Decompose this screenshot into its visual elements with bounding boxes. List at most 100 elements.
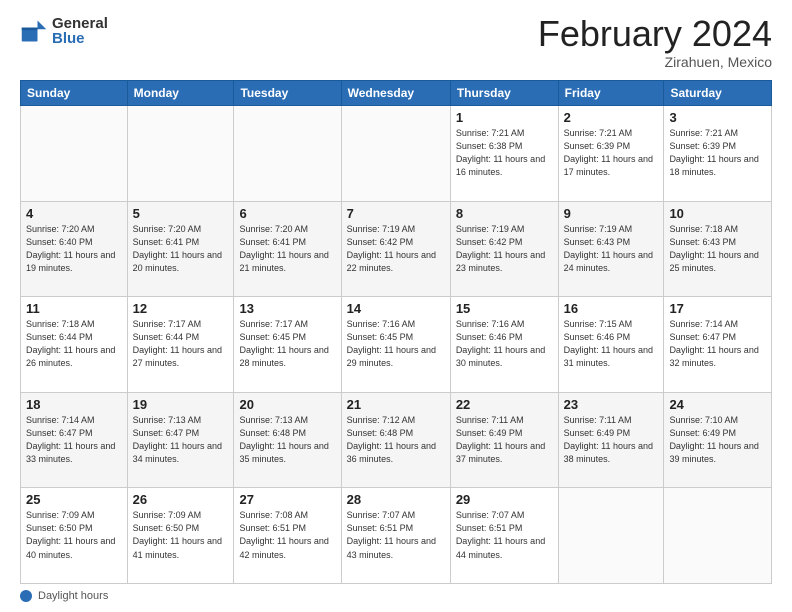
day-number: 4: [26, 206, 122, 221]
day-number: 8: [456, 206, 553, 221]
day-header-friday: Friday: [558, 81, 664, 106]
calendar-day-cell: 14 Sunrise: 7:16 AM Sunset: 6:45 PM Dayli…: [341, 297, 450, 393]
calendar-day-cell: 17Sunrise: 7:14 AM Sunset: 6:47 PM Dayli…: [664, 297, 772, 393]
daylight-label: Daylight hours: [38, 590, 108, 602]
calendar-day-cell: [234, 106, 341, 202]
day-number: 12: [133, 301, 229, 316]
calendar-day-cell: 23 Sunrise: 7:11 AM Sunset: 6:49 PM Dayli…: [558, 392, 664, 488]
day-number: 15: [456, 301, 553, 316]
day-number: 13: [239, 301, 335, 316]
logo-general: General: [52, 16, 108, 31]
day-info: Sunrise: 7:09 AM Sunset: 6:50 PM Dayligh…: [133, 509, 229, 561]
calendar-day-cell: 4 Sunrise: 7:20 AM Sunset: 6:40 PM Daylig…: [21, 201, 128, 297]
day-info: Sunrise: 7:16 AM Sunset: 6:45 PM Dayligh…: [347, 318, 445, 370]
calendar-day-cell: 25 Sunrise: 7:09 AM Sunset: 6:50 PM Dayli…: [21, 488, 128, 584]
calendar-day-cell: 1Sunrise: 7:21 AM Sunset: 6:38 PM Daylig…: [450, 106, 558, 202]
day-number: 1: [456, 110, 553, 125]
day-info: Sunrise: 7:07 AM Sunset: 6:51 PM Dayligh…: [347, 509, 445, 561]
calendar-day-cell: 28 Sunrise: 7:07 AM Sunset: 6:51 PM Dayli…: [341, 488, 450, 584]
day-number: 18: [26, 397, 122, 412]
calendar-day-cell: 20Sunrise: 7:13 AM Sunset: 6:48 PM Dayli…: [234, 392, 341, 488]
day-number: 19: [133, 397, 229, 412]
calendar-day-cell: 16 Sunrise: 7:15 AM Sunset: 6:46 PM Dayli…: [558, 297, 664, 393]
daylight-dot: [20, 590, 32, 602]
day-number: 22: [456, 397, 553, 412]
title-block: February 2024 Zirahuen, Mexico: [538, 16, 772, 70]
calendar-day-cell: 26 Sunrise: 7:09 AM Sunset: 6:50 PM Dayli…: [127, 488, 234, 584]
day-info: Sunrise: 7:11 AM Sunset: 6:49 PM Dayligh…: [564, 414, 659, 466]
calendar-day-cell: [341, 106, 450, 202]
day-info: Sunrise: 7:20 AM Sunset: 6:40 PM Dayligh…: [26, 223, 122, 275]
day-number: 2: [564, 110, 659, 125]
calendar-day-cell: 21 Sunrise: 7:12 AM Sunset: 6:48 PM Dayli…: [341, 392, 450, 488]
day-number: 5: [133, 206, 229, 221]
calendar-footer: Daylight hours: [20, 590, 772, 602]
calendar-day-cell: 22Sunrise: 7:11 AM Sunset: 6:49 PM Dayli…: [450, 392, 558, 488]
calendar-day-cell: [127, 106, 234, 202]
day-header-sunday: Sunday: [21, 81, 128, 106]
calendar-header-row: SundayMondayTuesdayWednesdayThursdayFrid…: [21, 81, 772, 106]
day-info: Sunrise: 7:17 AM Sunset: 6:44 PM Dayligh…: [133, 318, 229, 370]
day-header-wednesday: Wednesday: [341, 81, 450, 106]
day-info: Sunrise: 7:21 AM Sunset: 6:39 PM Dayligh…: [669, 127, 766, 179]
day-info: Sunrise: 7:09 AM Sunset: 6:50 PM Dayligh…: [26, 509, 122, 561]
calendar-day-cell: 24 Sunrise: 7:10 AM Sunset: 6:49 PM Dayli…: [664, 392, 772, 488]
calendar-week-row: 1Sunrise: 7:21 AM Sunset: 6:38 PM Daylig…: [21, 106, 772, 202]
calendar-day-cell: 27 Sunrise: 7:08 AM Sunset: 6:51 PM Dayli…: [234, 488, 341, 584]
calendar-day-cell: 9 Sunrise: 7:19 AM Sunset: 6:43 PM Daylig…: [558, 201, 664, 297]
day-number: 21: [347, 397, 445, 412]
day-header-thursday: Thursday: [450, 81, 558, 106]
calendar-day-cell: 29Sunrise: 7:07 AM Sunset: 6:51 PM Dayli…: [450, 488, 558, 584]
day-number: 25: [26, 492, 122, 507]
calendar-day-cell: 8Sunrise: 7:19 AM Sunset: 6:42 PM Daylig…: [450, 201, 558, 297]
day-info: Sunrise: 7:12 AM Sunset: 6:48 PM Dayligh…: [347, 414, 445, 466]
day-number: 26: [133, 492, 229, 507]
day-info: Sunrise: 7:15 AM Sunset: 6:46 PM Dayligh…: [564, 318, 659, 370]
day-number: 3: [669, 110, 766, 125]
calendar-day-cell: 7Sunrise: 7:19 AM Sunset: 6:42 PM Daylig…: [341, 201, 450, 297]
calendar-day-cell: 3 Sunrise: 7:21 AM Sunset: 6:39 PM Daylig…: [664, 106, 772, 202]
day-number: 23: [564, 397, 659, 412]
calendar-body: 1Sunrise: 7:21 AM Sunset: 6:38 PM Daylig…: [21, 106, 772, 584]
day-info: Sunrise: 7:19 AM Sunset: 6:43 PM Dayligh…: [564, 223, 659, 275]
day-info: Sunrise: 7:10 AM Sunset: 6:49 PM Dayligh…: [669, 414, 766, 466]
calendar-day-cell: 2Sunrise: 7:21 AM Sunset: 6:39 PM Daylig…: [558, 106, 664, 202]
day-number: 6: [239, 206, 335, 221]
day-header-saturday: Saturday: [664, 81, 772, 106]
calendar-day-cell: 10 Sunrise: 7:18 AM Sunset: 6:43 PM Dayli…: [664, 201, 772, 297]
calendar-week-row: 25 Sunrise: 7:09 AM Sunset: 6:50 PM Dayli…: [21, 488, 772, 584]
calendar-table: SundayMondayTuesdayWednesdayThursdayFrid…: [20, 80, 772, 584]
day-info: Sunrise: 7:17 AM Sunset: 6:45 PM Dayligh…: [239, 318, 335, 370]
logo: General Blue: [20, 16, 108, 46]
day-number: 10: [669, 206, 766, 221]
day-number: 24: [669, 397, 766, 412]
calendar-day-cell: 19 Sunrise: 7:13 AM Sunset: 6:47 PM Dayli…: [127, 392, 234, 488]
calendar-day-cell: 15 Sunrise: 7:16 AM Sunset: 6:46 PM Dayli…: [450, 297, 558, 393]
calendar-day-cell: [558, 488, 664, 584]
day-number: 7: [347, 206, 445, 221]
day-number: 14: [347, 301, 445, 316]
day-info: Sunrise: 7:07 AM Sunset: 6:51 PM Dayligh…: [456, 509, 553, 561]
day-info: Sunrise: 7:18 AM Sunset: 6:43 PM Dayligh…: [669, 223, 766, 275]
day-number: 16: [564, 301, 659, 316]
page-header: General Blue February 2024 Zirahuen, Mex…: [20, 16, 772, 70]
day-info: Sunrise: 7:14 AM Sunset: 6:47 PM Dayligh…: [26, 414, 122, 466]
day-info: Sunrise: 7:08 AM Sunset: 6:51 PM Dayligh…: [239, 509, 335, 561]
calendar-day-cell: 13 Sunrise: 7:17 AM Sunset: 6:45 PM Dayli…: [234, 297, 341, 393]
day-header-monday: Monday: [127, 81, 234, 106]
day-number: 27: [239, 492, 335, 507]
day-number: 20: [239, 397, 335, 412]
day-info: Sunrise: 7:13 AM Sunset: 6:47 PM Dayligh…: [133, 414, 229, 466]
calendar-day-cell: 12 Sunrise: 7:17 AM Sunset: 6:44 PM Dayli…: [127, 297, 234, 393]
calendar-week-row: 18 Sunrise: 7:14 AM Sunset: 6:47 PM Dayli…: [21, 392, 772, 488]
day-number: 11: [26, 301, 122, 316]
day-info: Sunrise: 7:16 AM Sunset: 6:46 PM Dayligh…: [456, 318, 553, 370]
calendar-day-cell: 11Sunrise: 7:18 AM Sunset: 6:44 PM Dayli…: [21, 297, 128, 393]
day-number: 9: [564, 206, 659, 221]
logo-blue: Blue: [52, 31, 108, 46]
calendar-day-cell: [21, 106, 128, 202]
day-header-tuesday: Tuesday: [234, 81, 341, 106]
calendar-week-row: 4 Sunrise: 7:20 AM Sunset: 6:40 PM Daylig…: [21, 201, 772, 297]
day-number: 28: [347, 492, 445, 507]
day-info: Sunrise: 7:20 AM Sunset: 6:41 PM Dayligh…: [239, 223, 335, 275]
